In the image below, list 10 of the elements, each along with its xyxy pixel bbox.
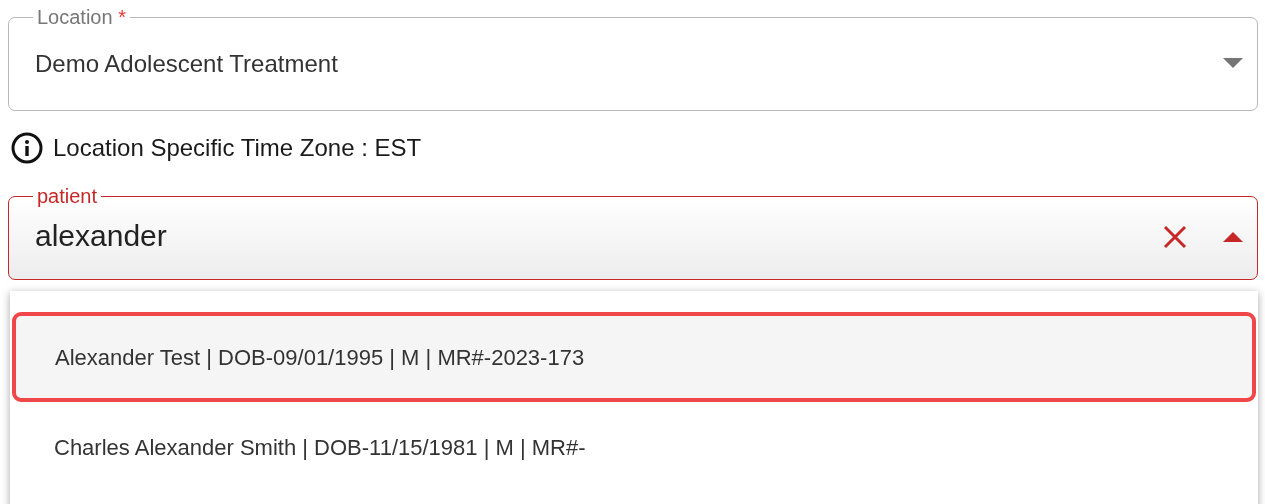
autocomplete-field[interactable]: patient alexander (8, 186, 1258, 280)
dropdown-option[interactable]: Charles Alexander Smith | DOB-11/15/1981 | M | MR#- (12, 402, 1256, 492)
field-label: Location (37, 6, 113, 28)
field-value: Demo Adolescent Treatment (35, 48, 338, 79)
required-mark: * (118, 6, 126, 28)
dropdown-option[interactable]: Alexander Test | DOB-09/01/1995 | M | MR#-2023-173 (12, 312, 1256, 402)
field-label: patient (37, 185, 98, 207)
field-value: alexander (35, 218, 167, 254)
time-zone-note: Location Specific Time Zone : EST (53, 133, 422, 163)
select-field[interactable]: Location * Demo Adolescent Treatment (8, 7, 1258, 111)
